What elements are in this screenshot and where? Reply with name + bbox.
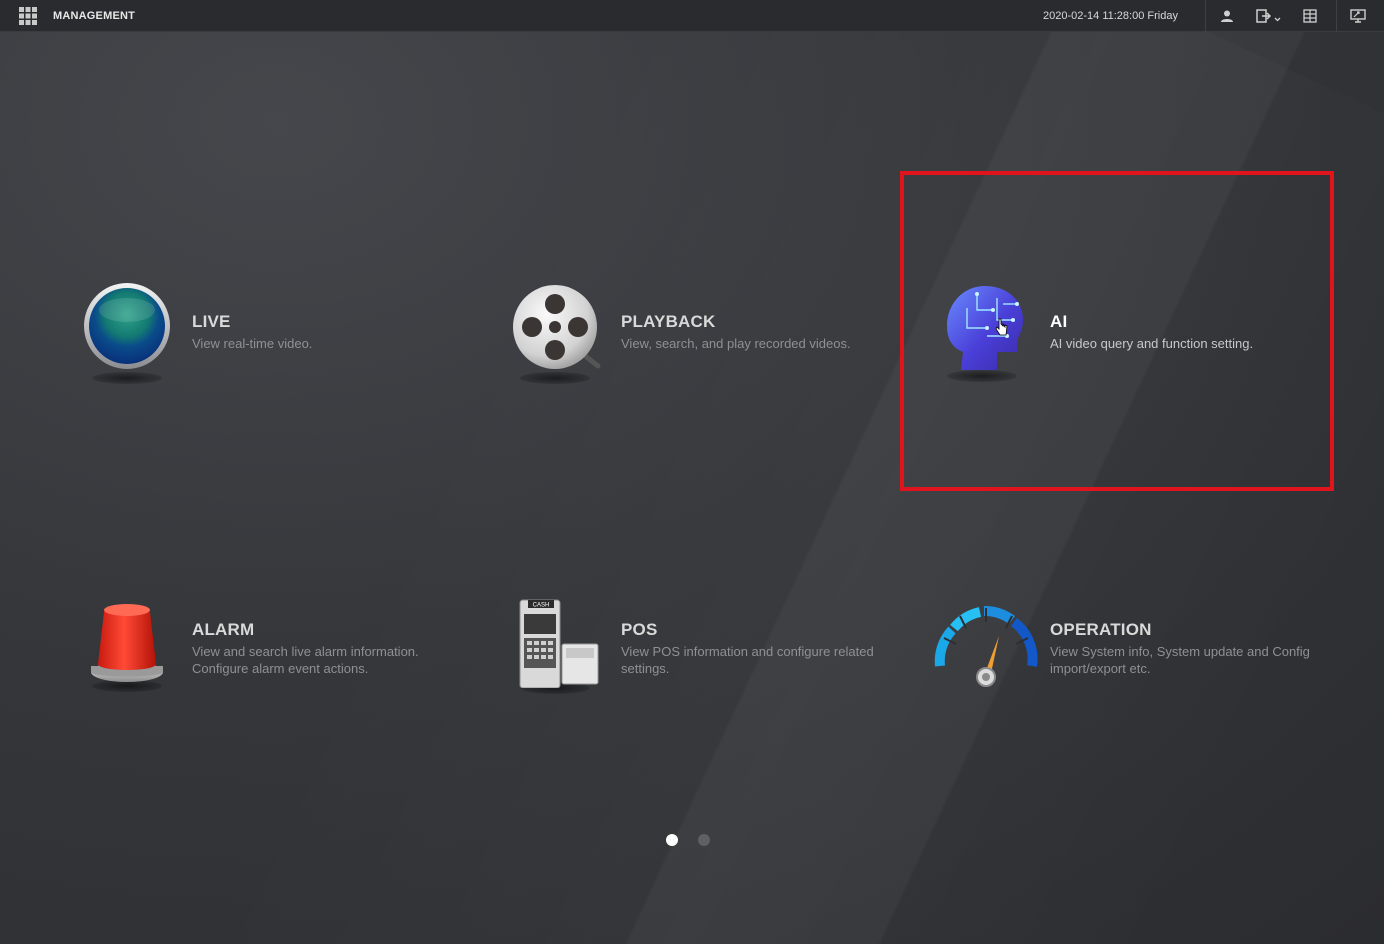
tile-description-line: Configure alarm event actions.	[192, 661, 369, 676]
tile-description: AI video query and function setting.	[1050, 335, 1253, 352]
tile-description: View POS information and configure relat…	[621, 643, 874, 677]
desktop-background	[0, 32, 1384, 944]
datetime-display: 2020-02-14 11:28:00 Friday	[1043, 10, 1178, 22]
tile-description-line: View System info, System update and Conf…	[1050, 644, 1310, 659]
toolbar-divider	[1336, 0, 1337, 32]
tile-live[interactable]: LIVE View real-time video.	[80, 280, 500, 420]
split-screen-icon[interactable]	[1299, 6, 1321, 26]
tile-description-line: settings.	[621, 661, 670, 676]
toolbar-divider	[1205, 0, 1206, 32]
tile-title: AI	[1050, 312, 1068, 331]
mouse-cursor	[995, 317, 1009, 337]
alarm-siren-icon	[80, 588, 176, 684]
tile-description-line: View and search live alarm information.	[192, 644, 419, 659]
tile-ai[interactable]: AI AI video query and function setting.	[937, 280, 1357, 420]
tile-alarm[interactable]: ALARM View and search live alarm informa…	[80, 588, 500, 728]
tile-title: POS	[621, 620, 658, 639]
tile-pos[interactable]: CASH POS View POS information and config…	[508, 588, 928, 728]
tile-title: LIVE	[192, 312, 231, 331]
cash-register-icon: CASH	[508, 588, 604, 689]
user-icon[interactable]	[1216, 6, 1238, 26]
live-globe-icon	[80, 280, 176, 376]
gauge-icon	[930, 600, 1042, 696]
tile-title: PLAYBACK	[621, 312, 716, 331]
tile-description: View real-time video.	[192, 335, 312, 352]
film-reel-icon	[508, 280, 604, 376]
tile-description: View, search, and play recorded videos.	[621, 335, 851, 352]
menu-grid-icon[interactable]	[19, 7, 37, 25]
page-dot-active[interactable]	[666, 834, 678, 846]
page-dot[interactable]	[698, 834, 710, 846]
tile-description-line: AI video query and function setting.	[1050, 336, 1254, 351]
monitor-icon[interactable]	[1347, 6, 1369, 26]
top-bar: MANAGEMENT 2020-02-14 11:28:00 Friday	[0, 0, 1384, 32]
tile-description-line: View POS information and configure relat…	[621, 644, 874, 659]
tile-description-line: import/export etc.	[1050, 661, 1151, 676]
tile-description: View System info, System update and Conf…	[1050, 643, 1310, 677]
tile-title: OPERATION	[1050, 620, 1152, 639]
app-title: MANAGEMENT	[53, 10, 136, 22]
ai-head-icon	[937, 280, 1033, 376]
tile-title: ALARM	[192, 620, 255, 639]
tile-description-line: View real-time video.	[192, 336, 313, 351]
tile-description: View and search live alarm information. …	[192, 643, 419, 677]
tile-playback[interactable]: PLAYBACK View, search, and play recorded…	[508, 280, 928, 420]
tile-operation[interactable]: OPERATION View System info, System updat…	[930, 600, 1350, 740]
logout-icon[interactable]	[1255, 6, 1283, 26]
cash-register-label: CASH	[533, 603, 550, 609]
tile-description-line: View, search, and play recorded videos.	[621, 336, 851, 351]
